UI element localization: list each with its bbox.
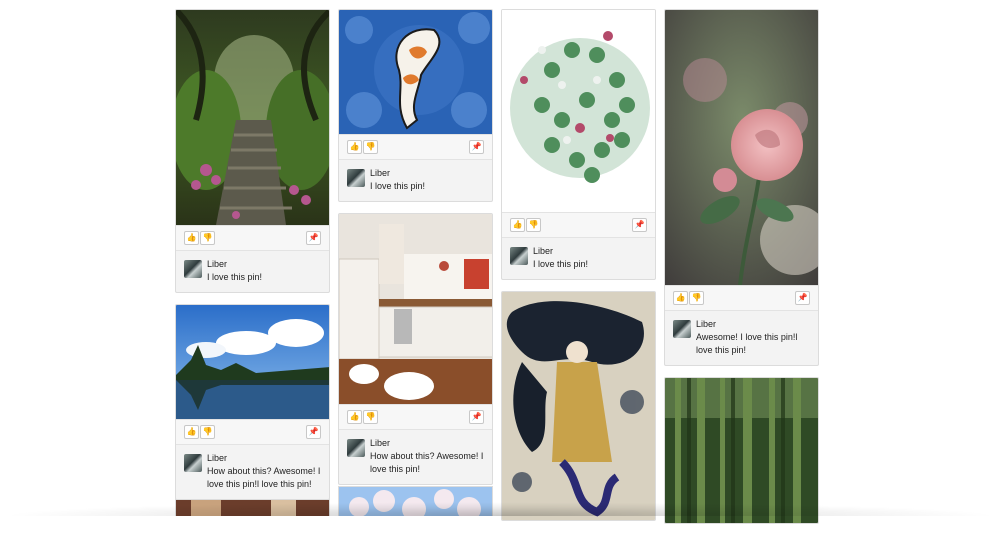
avatar[interactable] <box>673 320 691 338</box>
avatar[interactable] <box>184 454 202 472</box>
thumbs-up-icon[interactable]: 👍 <box>673 291 688 305</box>
comment-text: I love this pin! <box>533 259 589 269</box>
pushpin-icon[interactable]: 📌 <box>306 231 321 245</box>
thumbs-down-icon[interactable]: 👎 <box>526 218 541 232</box>
avatar[interactable] <box>347 169 365 187</box>
ink-woman-illustration <box>502 292 655 520</box>
pin-image-koi-fish[interactable] <box>339 10 492 134</box>
pin-image-forest-stairs[interactable] <box>176 10 329 225</box>
pushpin-icon[interactable]: 📌 <box>469 140 484 154</box>
bamboo-forest-illustration <box>665 378 818 523</box>
thumbs-up-icon[interactable]: 👍 <box>184 425 199 439</box>
thumbs-down-icon[interactable]: 👎 <box>200 231 215 245</box>
avatar[interactable] <box>184 260 202 278</box>
comment-text: Awesome! I love this pin!l love this pin… <box>696 332 798 355</box>
comment-text: How about this? Awesome! I love this pin… <box>207 466 321 489</box>
pin-image-clover-circle[interactable] <box>502 10 655 212</box>
thumbs-down-icon[interactable]: 👎 <box>363 410 378 424</box>
pin-image-lake-mountains[interactable] <box>176 305 329 419</box>
pin-card[interactable] <box>501 291 656 521</box>
lake-mountains-illustration <box>176 305 329 419</box>
pin-image-bamboo-forest[interactable] <box>665 378 818 523</box>
pin-comment: Liber I love this pin! <box>176 251 329 292</box>
column-4: 👍 👎 📌 Liber Awesome! I love this pin!l l… <box>664 9 819 535</box>
column-1: 👍 👎 📌 Liber I love this pin! 👍 👎 📌 Liber… <box>175 9 330 511</box>
thumbs-up-icon[interactable]: 👍 <box>510 218 525 232</box>
pin-image-rose[interactable] <box>665 10 818 286</box>
pin-card[interactable]: 👍 👎 📌 Liber How about this? Awesome! I l… <box>338 213 493 485</box>
pin-card[interactable]: 👍 👎 📌 Liber Awesome! I love this pin!l l… <box>664 9 819 366</box>
comment-username[interactable]: Liber <box>370 167 484 180</box>
column-3: 👍 👎 📌 Liber I love this pin! <box>501 9 656 532</box>
pushpin-icon[interactable]: 📌 <box>306 425 321 439</box>
pin-card-partial[interactable] <box>175 499 330 516</box>
pin-actions: 👍 👎 📌 <box>176 419 329 445</box>
pin-card[interactable]: 👍 👎 📌 Liber I love this pin! <box>501 9 656 280</box>
column-2: 👍 👎 📌 Liber I love this pin! 👍 👎 📌 Liber… <box>338 9 493 496</box>
pushpin-icon[interactable]: 📌 <box>795 291 810 305</box>
pin-actions: 👍 👎 📌 <box>665 285 818 311</box>
bottom-shadow <box>0 502 1000 516</box>
pin-comment: Liber How about this? Awesome! I love th… <box>339 430 492 484</box>
comment-text: How about this? Awesome! I love this pin… <box>370 451 484 474</box>
comment-username[interactable]: Liber <box>370 437 484 450</box>
pin-actions: 👍 👎 📌 <box>339 134 492 160</box>
pin-comment: Liber Awesome! I love this pin!l love th… <box>665 311 818 365</box>
pin-image-ink-woman[interactable] <box>502 292 655 520</box>
thumbs-down-icon[interactable]: 👎 <box>200 425 215 439</box>
thumbs-up-icon[interactable]: 👍 <box>184 231 199 245</box>
comment-username[interactable]: Liber <box>533 245 647 258</box>
pushpin-icon[interactable]: 📌 <box>632 218 647 232</box>
pin-image-cherry-blossom <box>339 487 492 516</box>
kitchen-illustration <box>339 214 492 404</box>
rose-illustration <box>665 10 818 286</box>
comment-text: I love this pin! <box>207 272 263 282</box>
pin-actions: 👍 👎 📌 <box>502 212 655 238</box>
clover-circle-illustration <box>502 10 655 212</box>
pin-card[interactable]: 👍 👎 📌 Liber I love this pin! <box>338 9 493 202</box>
pin-actions: 👍 👎 📌 <box>339 404 492 430</box>
pin-image-room <box>176 500 329 516</box>
forest-stairs-illustration <box>176 10 329 225</box>
pin-card[interactable]: 👍 👎 📌 Liber I love this pin! <box>175 9 330 293</box>
pin-image-kitchen[interactable] <box>339 214 492 404</box>
pin-card[interactable]: 👍 👎 📌 Liber How about this? Awesome! I l… <box>175 304 330 500</box>
comment-username[interactable]: Liber <box>207 258 321 271</box>
thumbs-down-icon[interactable]: 👎 <box>689 291 704 305</box>
pushpin-icon[interactable]: 📌 <box>469 410 484 424</box>
pin-board: 👍 👎 📌 Liber I love this pin! 👍 👎 📌 Liber… <box>0 0 1000 524</box>
pin-comment: Liber How about this? Awesome! I love th… <box>176 445 329 499</box>
avatar[interactable] <box>510 247 528 265</box>
comment-username[interactable]: Liber <box>207 452 321 465</box>
pin-comment: Liber I love this pin! <box>502 238 655 279</box>
avatar[interactable] <box>347 439 365 457</box>
comment-username[interactable]: Liber <box>696 318 810 331</box>
pin-comment: Liber I love this pin! <box>339 160 492 201</box>
thumbs-up-icon[interactable]: 👍 <box>347 140 362 154</box>
pin-actions: 👍 👎 📌 <box>176 225 329 251</box>
comment-text: I love this pin! <box>370 181 426 191</box>
koi-fish-illustration <box>339 10 492 134</box>
pin-card-partial[interactable] <box>338 486 493 516</box>
thumbs-up-icon[interactable]: 👍 <box>347 410 362 424</box>
pin-card[interactable] <box>664 377 819 524</box>
thumbs-down-icon[interactable]: 👎 <box>363 140 378 154</box>
